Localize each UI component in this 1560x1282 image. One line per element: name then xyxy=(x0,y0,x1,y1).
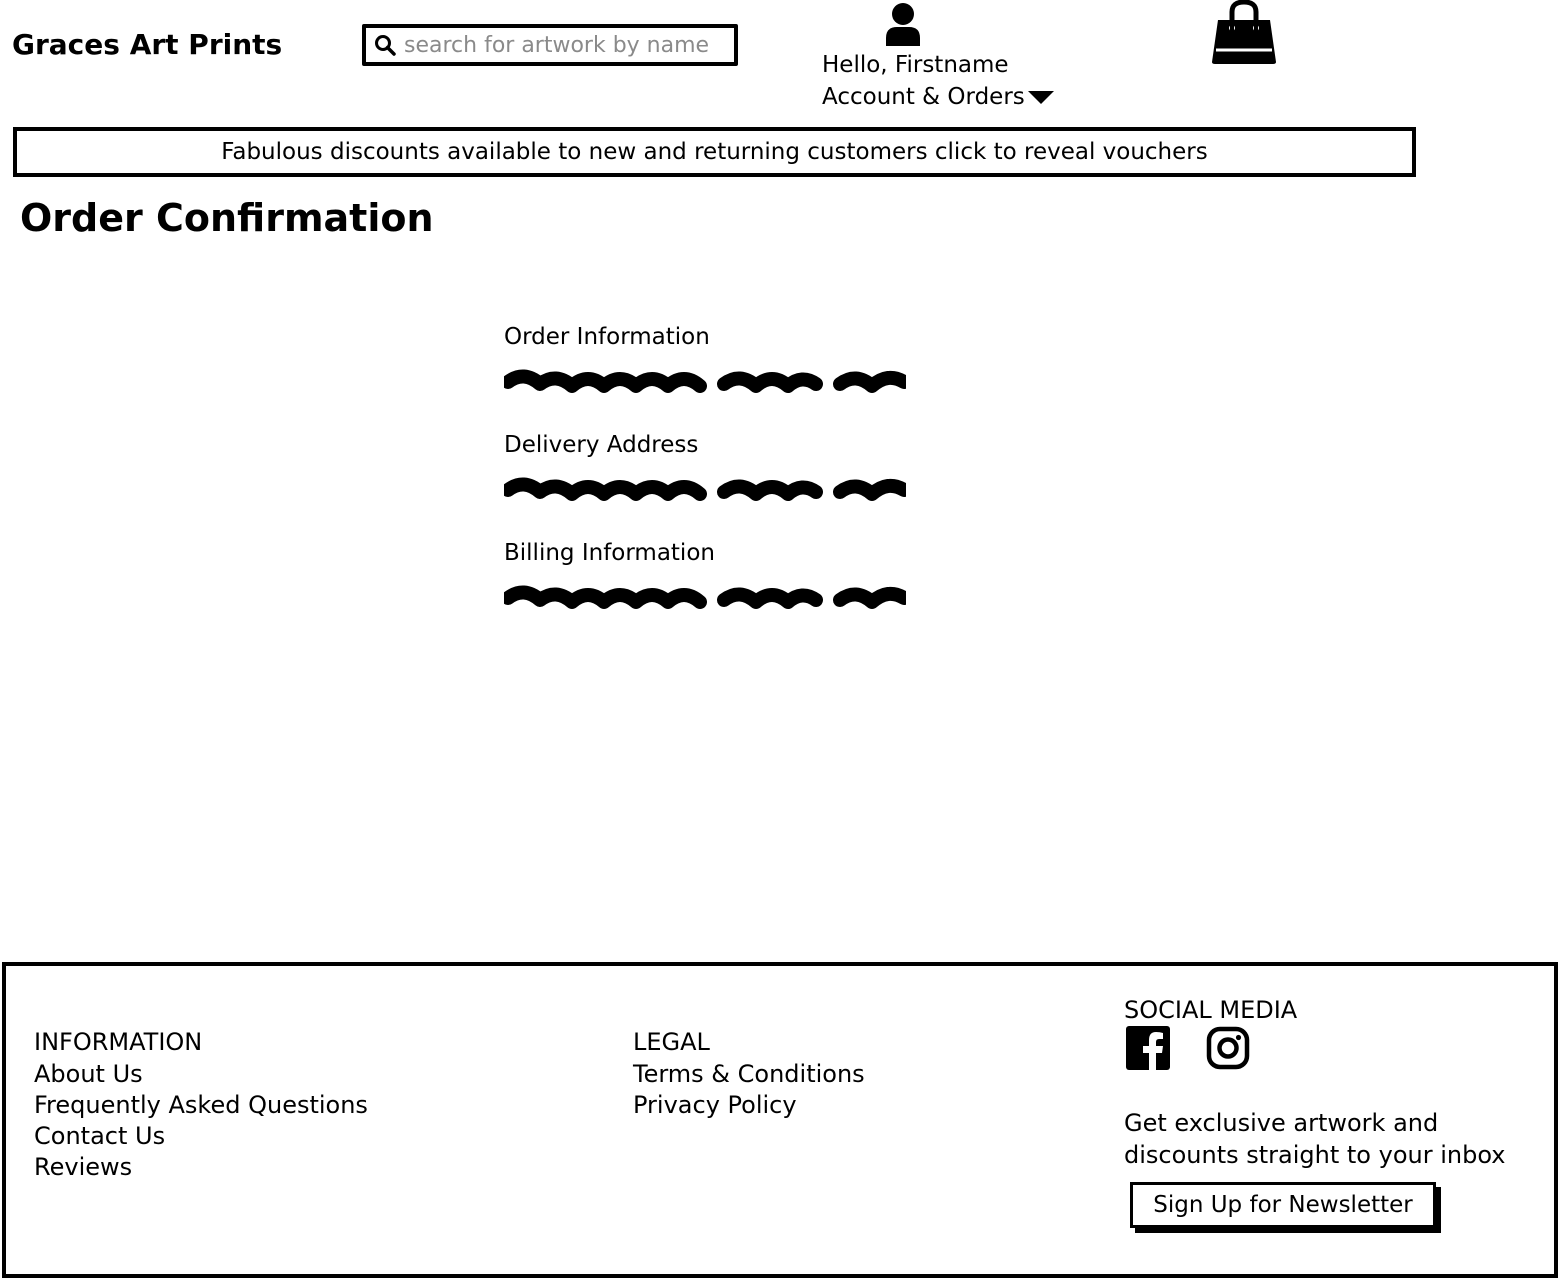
footer-information-heading: INFORMATION xyxy=(34,1028,203,1056)
redacted-text-scribble xyxy=(504,585,906,609)
order-confirmation-page: Graces Art Prints Hello, Firstname Accou… xyxy=(0,0,1560,1282)
footer-social-heading: SOCIAL MEDIA xyxy=(1124,996,1298,1024)
order-information-label: Order Information xyxy=(504,324,710,350)
newsletter-text-line-1: Get exclusive artwork and xyxy=(1124,1109,1439,1137)
facebook-icon[interactable] xyxy=(1126,1026,1170,1070)
footer-legal-links: Terms & Conditions Privacy Policy xyxy=(633,1059,865,1121)
footer-link-privacy[interactable]: Privacy Policy xyxy=(633,1090,865,1121)
search-icon xyxy=(375,35,396,56)
newsletter-description: Get exclusive artwork and discounts stra… xyxy=(1124,1107,1505,1171)
account-orders-dropdown[interactable]: Account & Orders xyxy=(822,84,1055,110)
page-title: Order Confirmation xyxy=(20,196,434,240)
footer-link-faq[interactable]: Frequently Asked Questions xyxy=(34,1090,368,1121)
billing-information-label: Billing Information xyxy=(504,540,715,566)
user-icon[interactable] xyxy=(884,2,922,46)
search-bar[interactable] xyxy=(362,24,738,66)
footer-link-contact-us[interactable]: Contact Us xyxy=(34,1121,368,1152)
newsletter-text-line-2: discounts straight to your inbox xyxy=(1124,1141,1506,1169)
footer-link-about-us[interactable]: About Us xyxy=(34,1059,368,1090)
redacted-text-scribble xyxy=(504,477,906,501)
promo-banner-text: Fabulous discounts available to new and … xyxy=(221,139,1208,165)
caret-down-icon xyxy=(1027,91,1054,104)
footer-information-links: About Us Frequently Asked Questions Cont… xyxy=(34,1059,368,1183)
newsletter-signup-button[interactable]: Sign Up for Newsletter xyxy=(1130,1182,1436,1228)
footer-link-terms[interactable]: Terms & Conditions xyxy=(633,1059,865,1090)
search-input[interactable] xyxy=(404,32,724,58)
instagram-icon[interactable] xyxy=(1206,1026,1250,1070)
brand-logo[interactable]: Graces Art Prints xyxy=(12,28,282,61)
account-orders-label: Account & Orders xyxy=(822,84,1025,110)
shopping-bag-icon[interactable] xyxy=(1210,0,1278,66)
footer-legal-heading: LEGAL xyxy=(633,1028,710,1056)
greeting-text: Hello, Firstname xyxy=(822,52,1009,78)
footer-link-reviews[interactable]: Reviews xyxy=(34,1152,368,1183)
promo-voucher-banner[interactable]: Fabulous discounts available to new and … xyxy=(13,127,1416,177)
delivery-address-label: Delivery Address xyxy=(504,432,699,458)
redacted-text-scribble xyxy=(504,369,906,393)
